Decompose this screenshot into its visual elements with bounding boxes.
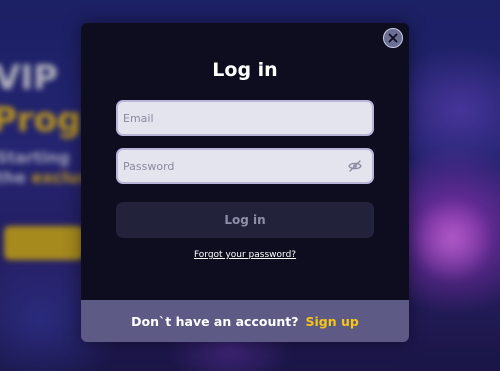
forgot-password-link[interactable]: Forgot your password?	[81, 250, 409, 260]
close-button[interactable]	[383, 28, 403, 48]
email-input[interactable]	[118, 102, 372, 134]
password-input[interactable]	[118, 150, 372, 182]
signup-footer: Don`t have an account? Sign up	[81, 300, 409, 342]
close-icon	[388, 33, 398, 43]
signup-link[interactable]: Sign up	[305, 314, 358, 329]
modal-title: Log in	[212, 59, 278, 81]
email-field[interactable]	[116, 100, 374, 136]
signup-prompt: Don`t have an account?	[131, 313, 299, 329]
password-field[interactable]	[116, 148, 374, 184]
eye-off-icon[interactable]	[348, 160, 362, 172]
login-modal: Log in Log in Forgot your password? Don`…	[81, 23, 409, 342]
login-button[interactable]: Log in	[116, 202, 374, 238]
